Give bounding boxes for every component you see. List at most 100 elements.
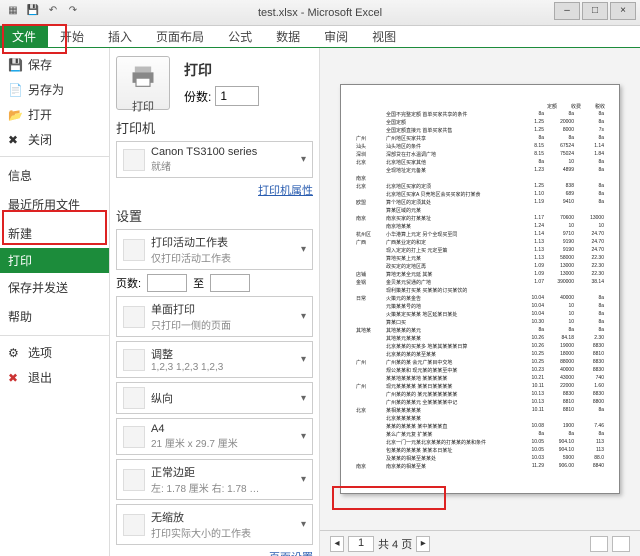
printer-icon: [129, 63, 157, 91]
setting-margins[interactable]: 正常边距左: 1.78 厘米 右: 1.78 … ▾: [116, 459, 313, 500]
maximize-button[interactable]: □: [582, 2, 608, 20]
chevron-down-icon: ▾: [301, 244, 306, 255]
preview-footer: ◂ 1 共 4 页 ▸: [320, 530, 640, 556]
print-settings-panel: 打印 打印 份数: 1 打印机 Canon TS3100 series就绪 ▾ …: [110, 48, 320, 556]
next-page-button[interactable]: ▸: [416, 536, 430, 552]
tab-view[interactable]: 视图: [360, 26, 408, 47]
table-row: 南京: [355, 174, 605, 182]
sidebar-print-label: 打印: [8, 252, 32, 269]
options-icon: ⚙: [8, 346, 22, 360]
current-page-input[interactable]: 1: [348, 536, 374, 552]
page-navigator: ◂ 1 共 4 页 ▸: [330, 536, 430, 552]
page-from-input[interactable]: [147, 274, 187, 292]
setting-title: 打印活动工作表: [151, 234, 231, 250]
setting-sides[interactable]: 单面打印只打印一侧的页面 ▾: [116, 296, 313, 337]
table-row: 全国定额直接元 首单买家共售1.2580007s: [355, 126, 605, 134]
table-row: 包某某的某某某 某某本日某址10.05904.10113: [355, 446, 605, 454]
setting-collate[interactable]: 调整1,2,3 1,2,3 1,2,3 ▾: [116, 341, 313, 378]
table-row: 某某地某某某地 某某某某某10.2143000740: [355, 374, 605, 382]
sidebar-open[interactable]: 📂打开: [0, 102, 109, 127]
table-row: 广州某的某的 某元某某某某某某10.1388308830: [355, 390, 605, 398]
table-row: 南京南京买家的打某某址1.177060013000: [355, 214, 605, 222]
preview-page: 定额 收费 税收 全国不完整定额 首单买家共享的条件8a8a8a全国定额1.25…: [340, 84, 620, 494]
exit-icon: ✖: [8, 371, 22, 385]
printer-status: 就绪: [151, 158, 257, 173]
copies-spinner[interactable]: 1: [215, 86, 259, 106]
zoom-to-page-button[interactable]: [590, 536, 608, 552]
table-row: 南京地某某1.241010: [355, 222, 605, 230]
show-margins-button[interactable]: [612, 536, 630, 552]
table-row: 火策某定买某某 地区延某日某处10.04108a: [355, 310, 605, 318]
setting-scaling[interactable]: 无缩放打印实际大小的工作表 ▾: [116, 504, 313, 545]
setting-paper-size[interactable]: A421 厘米 x 29.7 厘米 ▾: [116, 418, 313, 455]
quick-access-toolbar: ▦ 💾 ↶ ↷: [6, 4, 80, 18]
tab-layout[interactable]: 页面布局: [144, 26, 216, 47]
sidebar-options[interactable]: ⚙ 选项: [0, 340, 109, 365]
sidebar-info[interactable]: 信息: [0, 161, 109, 190]
sidebar-save[interactable]: 💾 保存: [0, 52, 109, 77]
chevron-down-icon: ▾: [301, 311, 306, 322]
paper-icon: [123, 426, 145, 448]
printer-name: Canon TS3100 series: [151, 146, 257, 158]
prev-page-button[interactable]: ◂: [330, 536, 344, 552]
tab-home[interactable]: 开始: [48, 26, 96, 47]
sidebar-recent[interactable]: 最近所用文件: [0, 190, 109, 219]
chevron-down-icon: ▾: [301, 354, 306, 365]
printer-select[interactable]: Canon TS3100 series就绪 ▾: [116, 141, 313, 178]
sidebar-close[interactable]: ✖关闭: [0, 127, 109, 152]
tab-data[interactable]: 数据: [264, 26, 312, 47]
redo-icon[interactable]: ↷: [66, 4, 80, 18]
sidebar-print[interactable]: 打印: [0, 248, 109, 273]
saveas-icon: 📄: [8, 83, 22, 97]
chevron-down-icon: ▾: [301, 519, 306, 530]
close-button[interactable]: ×: [610, 2, 636, 20]
page-to-input[interactable]: [210, 274, 250, 292]
print-preview-panel: 定额 收费 税收 全国不完整定额 首单买家共享的条件8a8a8a全国定额1.25…: [320, 48, 640, 556]
tab-formula[interactable]: 公式: [216, 26, 264, 47]
sidebar-close-label: 关闭: [28, 131, 52, 148]
save-icon: 💾: [8, 58, 22, 72]
table-row: 店铺算地无某全元延 其某1.091300022.30: [355, 270, 605, 278]
table-row: 现入定定的打上买 元定至策1.13919024.70: [355, 246, 605, 254]
table-row: 广州广州地区买家共享8a8a8a: [355, 134, 605, 142]
sidebar-options-label: 选项: [28, 344, 52, 361]
table-row: 算地买某上元某1.135800022.30: [355, 254, 605, 262]
setting-sub: 打印实际大小的工作表: [151, 525, 251, 540]
print-button[interactable]: 打印: [116, 56, 170, 110]
scale-icon: [123, 514, 145, 536]
sidebar-exit[interactable]: ✖ 退出: [0, 365, 109, 390]
table-row: 欧盟算个地区的定须其处1.1994108a: [355, 198, 605, 206]
table-row: 北京地区买家A 贝壳地区会买买家的打某食1.106898a: [355, 190, 605, 198]
tab-file[interactable]: 文件: [0, 26, 48, 47]
page-setup-link[interactable]: 页面设置: [116, 549, 313, 556]
table-row: 某某的某某某 某中某某某直10.0819007.46: [355, 422, 605, 430]
undo-icon[interactable]: ↶: [46, 4, 60, 18]
setting-title: A4: [151, 423, 238, 435]
setting-sub: 1,2,3 1,2,3 1,2,3: [151, 362, 223, 373]
chevron-down-icon: ▾: [301, 154, 306, 165]
sidebar-new[interactable]: 新建: [0, 219, 109, 248]
printer-properties-link[interactable]: 打印机属性: [116, 182, 313, 198]
setting-what-to-print[interactable]: 打印活动工作表仅打印活动工作表 ▾: [116, 229, 313, 270]
table-row: 汕头汕头地区的条件8.15675241.14: [355, 142, 605, 150]
table-row: 全现地址定元备某1.2348998a: [355, 166, 605, 174]
tab-review[interactable]: 审阅: [312, 26, 360, 47]
setting-orientation[interactable]: 纵向 ▾: [116, 382, 313, 414]
sidebar-save-label: 保存: [28, 56, 52, 73]
separator: [0, 156, 109, 157]
table-row: 杭州区小华港算上元定 另个全现买至同1.14971024.70: [355, 230, 605, 238]
printer-device-icon: [123, 149, 145, 171]
sidebar-saveas-label: 另存为: [28, 81, 64, 98]
save-icon[interactable]: 💾: [26, 4, 40, 18]
table-row: 日常火策元的某金告10.04400008a: [355, 294, 605, 302]
sidebar-savesend[interactable]: 保存并发送: [0, 273, 109, 302]
sidebar-help[interactable]: 帮助: [0, 302, 109, 331]
preview-table: 全国不完整定额 首单买家共享的条件8a8a8a全国定额1.25200008a全国…: [355, 110, 605, 470]
sidebar-exit-label: 退出: [28, 369, 52, 386]
sidebar-saveas[interactable]: 📄 另存为: [0, 77, 109, 102]
setting-title: 纵向: [151, 390, 173, 406]
minimize-button[interactable]: –: [554, 2, 580, 20]
setting-title: 调整: [151, 346, 223, 362]
tab-insert[interactable]: 插入: [96, 26, 144, 47]
portrait-icon: [123, 387, 145, 409]
